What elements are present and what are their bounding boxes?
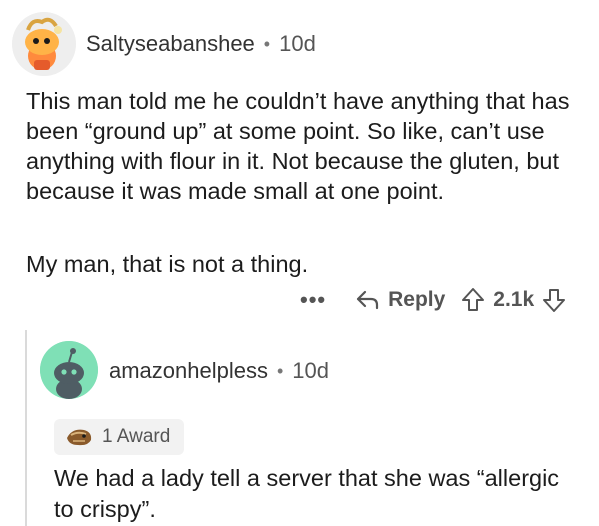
award-badge[interactable]: 1 Award [54, 419, 185, 455]
comment-paragraph: My man, that is not a thing. [26, 251, 309, 277]
username[interactable]: Saltyseabanshee [86, 31, 255, 57]
reply-button[interactable]: Reply [356, 288, 445, 312]
comment-paragraph: This man told me he couldn’t have anythi… [26, 88, 570, 204]
reply-label: Reply [388, 288, 446, 311]
reply-age: 10d [292, 358, 330, 383]
avatar[interactable] [12, 12, 76, 76]
comment-age: 10d [279, 31, 316, 56]
vote-score: 2.1k [493, 288, 535, 311]
reply-text: We had a lady tell a server that she was… [54, 465, 560, 522]
award-label: 1 Award [102, 426, 171, 447]
reply-meta: amazonhelpless • 10d [109, 358, 329, 384]
vote-controls: 2.1k [461, 287, 566, 313]
downvote-arrow-icon[interactable] [542, 287, 566, 313]
comment-meta: Saltyseabanshee • 10d [86, 31, 316, 57]
username[interactable]: amazonhelpless [109, 358, 268, 384]
upvote-arrow-icon[interactable] [461, 287, 485, 313]
snoo-avatar-icon [40, 341, 98, 399]
award-icon [64, 426, 94, 448]
meta-separator: • [276, 360, 284, 381]
snoo-avatar-icon [12, 12, 76, 76]
comment-actions: ••• Reply 2.1k [300, 284, 566, 316]
avatar[interactable] [40, 341, 98, 399]
meta-separator: • [263, 33, 271, 54]
reply-arrow-icon [357, 290, 379, 310]
thread-line[interactable] [25, 330, 27, 526]
more-options-button[interactable]: ••• [300, 287, 326, 313]
